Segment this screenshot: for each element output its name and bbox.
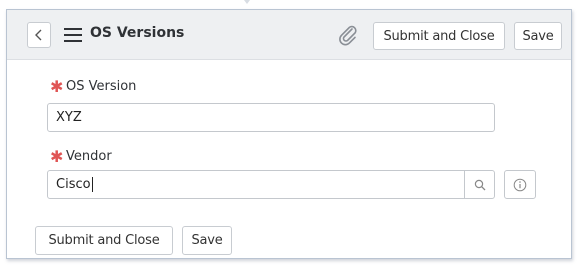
required-indicator: ✱ bbox=[50, 149, 64, 166]
form-window: OS Versions Submit and Close Save ✱ OS V… bbox=[6, 9, 572, 259]
required-indicator: ✱ bbox=[50, 79, 64, 96]
header-save-button[interactable]: Save bbox=[514, 22, 562, 50]
vendor-search-button[interactable] bbox=[464, 171, 494, 198]
hamburger-menu-icon[interactable] bbox=[64, 28, 82, 42]
info-icon bbox=[513, 178, 527, 191]
back-button[interactable] bbox=[27, 22, 51, 48]
footer-save-button[interactable]: Save bbox=[182, 226, 232, 255]
footer-submit-and-close-button[interactable]: Submit and Close bbox=[35, 226, 173, 255]
os-version-value: XYZ bbox=[56, 110, 82, 125]
vendor-value: Cisco bbox=[56, 177, 91, 192]
page-title: OS Versions bbox=[90, 25, 185, 41]
window-top-notch bbox=[244, 0, 250, 5]
chevron-left-icon bbox=[35, 29, 42, 41]
os-version-input[interactable]: XYZ bbox=[47, 103, 495, 132]
vendor-info-button[interactable] bbox=[504, 170, 536, 199]
vendor-label: Vendor bbox=[66, 149, 112, 164]
form-header: OS Versions Submit and Close Save bbox=[7, 10, 571, 60]
vendor-input[interactable]: Cisco bbox=[47, 170, 495, 199]
os-version-label: OS Version bbox=[66, 79, 137, 94]
header-submit-and-close-button[interactable]: Submit and Close bbox=[373, 22, 505, 50]
search-icon bbox=[474, 179, 485, 190]
paperclip-icon[interactable] bbox=[337, 24, 359, 46]
text-caret bbox=[91, 177, 93, 192]
